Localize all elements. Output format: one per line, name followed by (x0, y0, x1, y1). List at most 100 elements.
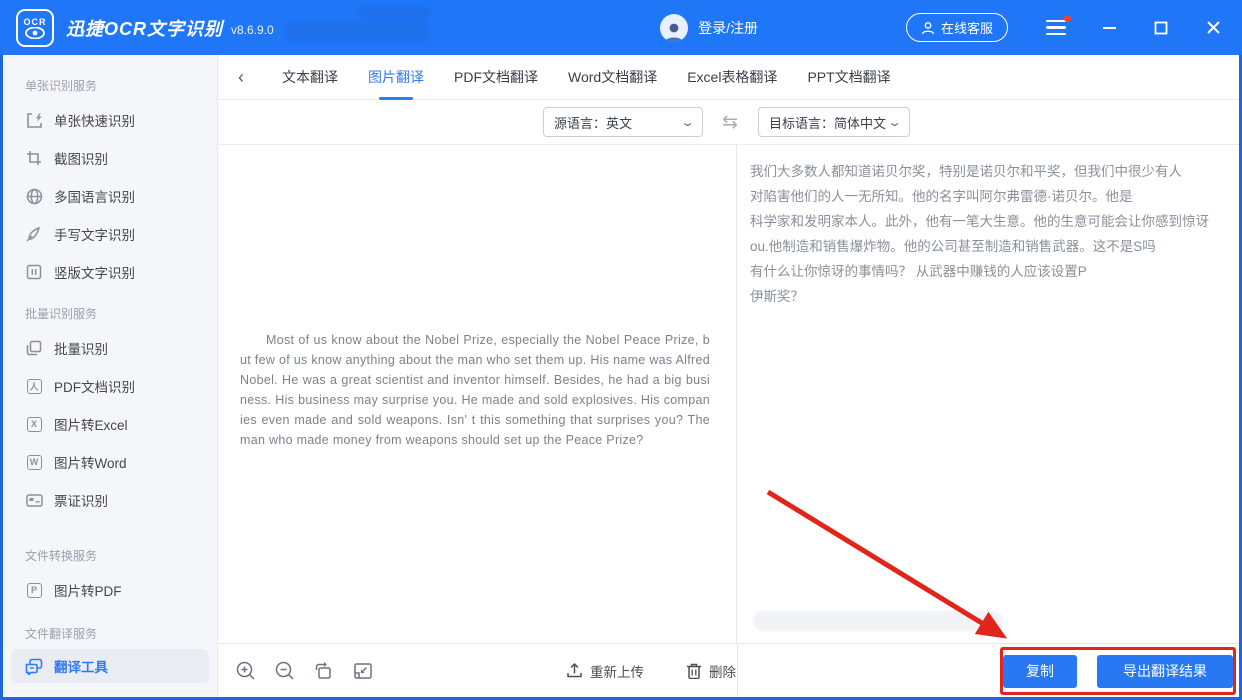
app-logo-icon: OCR (16, 9, 54, 47)
source-language-value: 源语言：英文 (554, 113, 632, 132)
logo-text: OCR (24, 17, 47, 27)
tab-pdf-translate[interactable]: PDF文档翻译 (454, 55, 538, 100)
sidebar-item-image-to-pdf[interactable]: P 图片转PDF (3, 571, 217, 609)
sidebar-item-label: 单张快速识别 (54, 110, 135, 130)
translated-line: 有什么让你惊讶的事情吗？ 从武器中赚钱的人应该设置P (750, 259, 1229, 284)
swap-languages-icon[interactable]: ⇆ (718, 111, 742, 134)
sidebar-item-label: 多国语言识别 (54, 186, 135, 206)
online-support-button[interactable]: 在线客服 (906, 13, 1008, 42)
close-button[interactable] (1202, 17, 1224, 39)
pdf-convert-icon: P (25, 581, 43, 599)
target-language-value: 目标语言：简体中文 (769, 113, 886, 132)
sidebar-item-multilanguage[interactable]: 多国语言识别 (3, 177, 217, 215)
sidebar-item-label: 批量识别 (54, 338, 108, 358)
content-panels: Most of us know about the Nobel Prize, e… (218, 145, 1239, 643)
notification-dot (1064, 15, 1071, 22)
chevron-down-icon: ⌄ (680, 116, 695, 129)
quick-scan-icon (25, 111, 43, 129)
back-icon[interactable]: ‹ (238, 67, 252, 88)
copy-button[interactable]: 复制 (1003, 655, 1077, 688)
sidebar: 单张识别服务 单张快速识别 截图识别 多国语言识别 手写文字识别 (3, 55, 218, 697)
source-text-panel[interactable]: Most of us know about the Nobel Prize, e… (218, 145, 737, 643)
globe-icon (25, 187, 43, 205)
tab-word-translate[interactable]: Word文档翻译 (568, 55, 657, 100)
recognized-english-text: Most of us know about the Nobel Prize, e… (240, 330, 710, 450)
app-window: OCR 迅捷OCR文字识别 v8.6.9.0 登录/注册 (0, 0, 1242, 700)
sidebar-item-label: 票证识别 (54, 490, 108, 510)
reupload-label: 重新上传 (590, 661, 644, 681)
sidebar-item-label: 竖版文字识别 (54, 262, 135, 282)
zoom-in-icon[interactable] (235, 660, 257, 682)
annotation-highlight-box: 复制 导出翻译结果 (1000, 647, 1236, 695)
menu-icon[interactable] (1046, 20, 1068, 36)
crop-icon (25, 149, 43, 167)
translated-chinese-text: 我们大多数人都知道诺贝尔奖，特别是诺贝尔和平奖，但我们中很少有人 对陷害他们的人… (750, 159, 1229, 309)
titlebar: OCR 迅捷OCR文字识别 v8.6.9.0 登录/注册 (0, 0, 1242, 55)
online-support-label: 在线客服 (941, 18, 993, 37)
trash-icon (686, 662, 702, 679)
zoom-out-icon[interactable] (274, 660, 296, 682)
sidebar-item-screenshot-recognition[interactable]: 截图识别 (3, 139, 217, 177)
vertical-text-icon (25, 263, 43, 281)
sidebar-item-translate-tool[interactable]: 翻译工具 (11, 649, 209, 683)
batch-copy-icon (25, 339, 43, 357)
login-register-link[interactable]: 登录/注册 (698, 18, 758, 38)
sidebar-section-label: 文件转换服务 (25, 547, 217, 567)
pen-icon (25, 225, 43, 243)
sidebar-item-ticket[interactable]: 票证识别 (3, 481, 217, 519)
sidebar-item-handwriting[interactable]: 手写文字识别 (3, 215, 217, 253)
reupload-button[interactable]: 重新上传 (566, 661, 644, 681)
target-language-select[interactable]: 目标语言：简体中文 ⌄ (758, 107, 910, 137)
sidebar-item-label: 截图识别 (54, 148, 108, 168)
sidebar-item-label: 手写文字识别 (54, 224, 135, 244)
delete-button[interactable]: 删除 (686, 661, 736, 681)
sidebar-section-label: 单张识别服务 (25, 77, 217, 97)
word-icon: W (25, 453, 43, 471)
rotate-icon[interactable] (313, 660, 335, 682)
sidebar-item-quick-recognition[interactable]: 单张快速识别 (3, 101, 217, 139)
fit-screen-icon[interactable] (352, 660, 374, 682)
excel-icon: X (25, 415, 43, 433)
export-result-button[interactable]: 导出翻译结果 (1097, 655, 1233, 688)
app-title: 迅捷OCR文字识别 (66, 15, 223, 41)
upload-icon (566, 662, 583, 679)
avatar[interactable] (660, 14, 688, 42)
minimize-button[interactable] (1098, 17, 1120, 39)
tab-image-translate[interactable]: 图片翻译 (368, 55, 424, 100)
sidebar-item-label: 图片转PDF (54, 580, 122, 600)
tab-text-translate[interactable]: 文本翻译 (282, 55, 338, 100)
sidebar-item-label: 图片转Excel (54, 414, 128, 434)
source-language-select[interactable]: 源语言：英文 ⌄ (543, 107, 703, 137)
sidebar-item-pdf-recognition[interactable]: 人 PDF文档识别 (3, 367, 217, 405)
translate-chat-icon (25, 657, 43, 675)
blurred-region (288, 22, 428, 40)
delete-label: 删除 (709, 661, 736, 681)
translation-result-panel[interactable]: 我们大多数人都知道诺贝尔奖，特别是诺贝尔和平奖，但我们中很少有人 对陷害他们的人… (737, 145, 1239, 643)
sidebar-item-label: 图片转Word (54, 452, 127, 472)
sidebar-item-batch[interactable]: 批量识别 (3, 329, 217, 367)
translated-line: 我们大多数人都知道诺贝尔奖，特别是诺贝尔和平奖，但我们中很少有人 (750, 159, 1229, 184)
sidebar-item-image-to-word[interactable]: W 图片转Word (3, 443, 217, 481)
main-area: ‹ 文本翻译 图片翻译 PDF文档翻译 Word文档翻译 Excel表格翻译 P… (218, 55, 1239, 697)
language-bar: 源语言：英文 ⌄ ⇆ 目标语言：简体中文 ⌄ (218, 100, 1239, 145)
sidebar-section-label: 文件翻译服务 (25, 625, 217, 645)
translated-line: 对陷害他们的人一无所知。他的名字叫阿尔弗雷德·诺贝尔。他是 (750, 184, 1229, 209)
user-avatar-icon (663, 20, 685, 42)
app-version: v8.6.9.0 (231, 23, 274, 37)
translated-line: 科学家和发明家本人。此外，他有一笔大生意。他的生意可能会让你感到惊讶 (750, 209, 1229, 234)
translated-line: ou.他制造和销售爆炸物。他的公司甚至制造和销售武器。这不是S吗 (750, 234, 1229, 259)
blurred-region (360, 8, 430, 18)
translated-line: 伊斯奖？ (750, 284, 1229, 309)
tab-ppt-translate[interactable]: PPT文档翻译 (807, 55, 890, 100)
pdf-icon: 人 (25, 377, 43, 395)
maximize-button[interactable] (1150, 17, 1172, 39)
tab-excel-translate[interactable]: Excel表格翻译 (687, 55, 777, 100)
sidebar-item-vertical-text[interactable]: 竖版文字识别 (3, 253, 217, 291)
tab-bar: ‹ 文本翻译 图片翻译 PDF文档翻译 Word文档翻译 Excel表格翻译 P… (218, 55, 1239, 100)
sidebar-item-image-to-excel[interactable]: X 图片转Excel (3, 405, 217, 443)
person-icon (921, 21, 935, 35)
eye-icon (25, 27, 45, 39)
sidebar-item-label: 翻译工具 (54, 656, 108, 676)
sidebar-item-label: PDF文档识别 (54, 376, 135, 396)
ticket-card-icon (25, 491, 43, 509)
